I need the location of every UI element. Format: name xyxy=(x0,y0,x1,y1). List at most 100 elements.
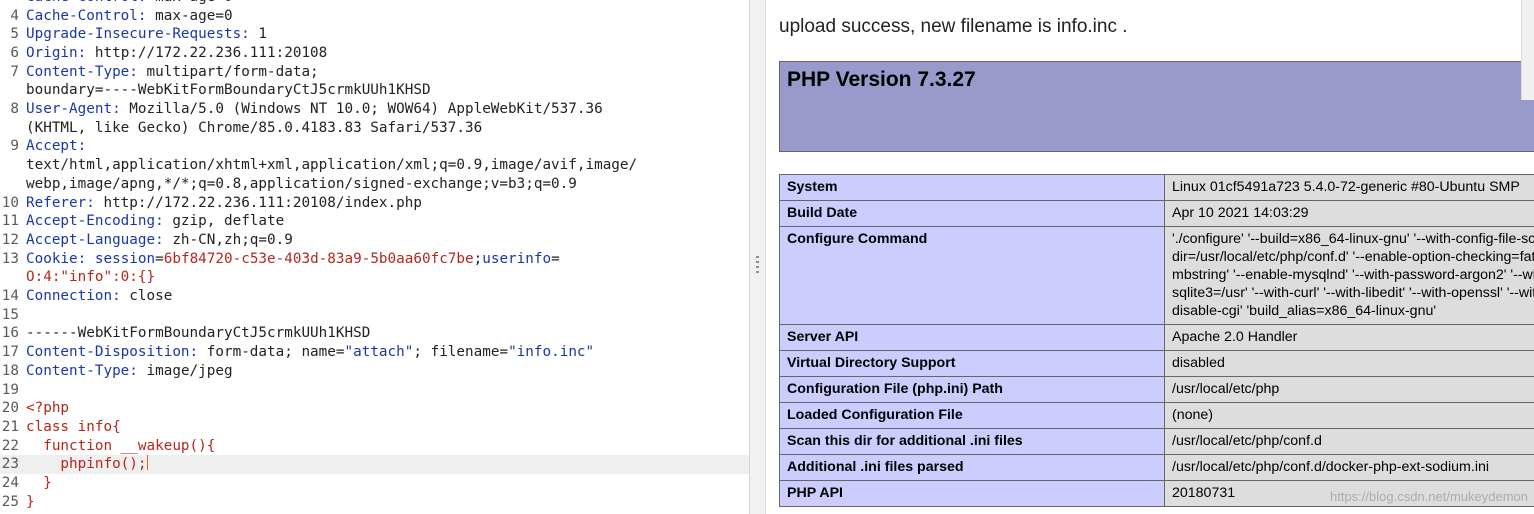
editor-line[interactable]: 8 User-Agent: Mozilla/5.0 (Windows NT 10.… xyxy=(0,100,749,119)
token: Connection: xyxy=(26,288,130,304)
token: Referer: xyxy=(26,194,104,211)
token: gzip, deflate xyxy=(172,213,285,230)
editor-line[interactable]: 7 Content-Type: multipart/form-data; xyxy=(0,63,749,82)
editor-line[interactable]: 4 Cache-Control: max-age=0 xyxy=(0,7,749,26)
phpinfo-value: Apache 2.0 Handler xyxy=(1164,324,1534,351)
editor-line[interactable]: 23 phpinfo(); xyxy=(0,455,749,474)
token: Cache-Control: xyxy=(26,7,156,24)
upload-message: upload success, new filename is info.inc… xyxy=(779,16,1128,37)
token: } xyxy=(26,475,52,491)
editor-line[interactable]: 25} xyxy=(0,493,749,512)
editor-line[interactable]: 10 Referer: http://172.22.236.111:20108/i… xyxy=(0,194,749,213)
token: session xyxy=(94,250,156,267)
line-number: 8 xyxy=(10,101,19,117)
token: (KHTML, like Gecko) Chrome/85.0.4183.83 … xyxy=(26,119,483,136)
editor-line[interactable]: 15 xyxy=(0,306,749,325)
phpinfo-value-line: mbstring' '--enable-mysqlnd' '--with-pas… xyxy=(1172,267,1534,283)
phpinfo-value: './configure' '--build=x86_64-linux-gnu'… xyxy=(1164,226,1534,325)
phpinfo-value-line: sqlite3=/usr' '--with-curl' '--with-libe… xyxy=(1172,285,1534,301)
token: Upgrade-Insecure-Requests: xyxy=(26,26,259,43)
token: zh-CN,zh;q=0.9 xyxy=(172,231,293,248)
editor-line[interactable]: webp,image/apng,*/*;q=0.8,application/si… xyxy=(0,175,749,194)
editor-line[interactable]: 5 Upgrade-Insecure-Requests: 1 xyxy=(0,25,749,44)
token: ; xyxy=(473,250,483,267)
phpinfo-value-line: disabled xyxy=(1172,355,1225,371)
phpinfo-value: /usr/local/etc/php/conf.d xyxy=(1164,428,1534,455)
line-text: Content-Type: image/jpeg xyxy=(26,362,233,381)
token: function __wakeup(){ xyxy=(26,437,216,454)
line-text: <?php xyxy=(26,399,69,418)
phpinfo-row: Configuration File (php.ini) Path/usr/lo… xyxy=(779,376,1534,403)
line-text: User-Agent: Mozilla/5.0 (Windows NT 10.0… xyxy=(26,100,603,119)
phpinfo-value-line: Apache 2.0 Handler xyxy=(1172,329,1298,345)
token: ------WebKitFormBoundaryCtJ5crmkUUh1KHSD xyxy=(26,325,371,342)
editor-line[interactable]: 6 Origin: http://172.22.236.111:20108 xyxy=(0,44,749,63)
editor-line[interactable]: 19 xyxy=(0,381,749,400)
line-number: 15 xyxy=(1,306,19,323)
watermark-text: https://blog.csdn.net/mukeydemon xyxy=(1329,489,1528,504)
token: Accept-Encoding: xyxy=(26,213,173,230)
phpinfo-key: PHP API xyxy=(779,480,1165,507)
editor-line[interactable]: boundary=----WebKitFormBoundaryCtJ5crmkU… xyxy=(0,81,749,100)
editor-line[interactable]: 12 Accept-Language: zh-CN,zh;q=0.9 xyxy=(0,231,749,250)
text-cursor xyxy=(146,455,148,471)
pane-divider[interactable] xyxy=(749,0,766,514)
line-text: ------WebKitFormBoundaryCtJ5crmkUUh1KHSD xyxy=(26,324,370,343)
editor-line[interactable]: text/html,application/xhtml+xml,applicat… xyxy=(0,156,749,175)
phpinfo-value-line: disable-cgi' 'build_alias=x86_64-linux-g… xyxy=(1172,303,1437,319)
editor-line[interactable]: 22 function __wakeup(){ xyxy=(0,437,749,456)
token: Accept: xyxy=(26,138,87,155)
editor-line[interactable]: (KHTML, like Gecko) Chrome/85.0.4183.83 … xyxy=(0,119,749,138)
phpinfo-key: Loaded Configuration File xyxy=(779,402,1165,429)
editor-line[interactable]: 20 <?php xyxy=(0,399,749,418)
line-number: 4 xyxy=(10,7,19,24)
phpinfo-key: System xyxy=(779,174,1165,201)
token: Cache-Control: xyxy=(26,0,155,5)
editor-line[interactable]: 11 Accept-Encoding: gzip, deflate xyxy=(0,212,749,231)
editor-line[interactable]: 16 ------WebKitFormBoundaryCtJ5crmkUUh1KH… xyxy=(0,324,749,343)
editor-line[interactable]: 21 class info{ xyxy=(0,418,749,437)
editor-line[interactable]: 13 Cookie: session=6bf84720-c53e-403d-83a… xyxy=(0,250,749,269)
editor-line[interactable]: 17 Content-Disposition: form-data; name="… xyxy=(0,343,749,362)
token: "attach" xyxy=(344,344,414,361)
editor-line[interactable]: 18 Content-Type: image/jpeg xyxy=(0,362,749,381)
token: "info.inc" xyxy=(508,344,595,361)
token: phpinfo(); xyxy=(26,456,147,473)
phpinfo-row: System Linux 01cf5491a723 5.4.0-72-generi… xyxy=(779,174,1534,201)
token: } xyxy=(26,493,35,510)
token: <?php xyxy=(26,400,70,417)
line-text: Cookie: session=6bf84720-c53e-403d-83a9-… xyxy=(26,250,560,269)
editor-line[interactable]: 24 } xyxy=(0,474,749,493)
line-number: 21 xyxy=(1,418,19,435)
token: text/html,application/xhtml+xml,applicat… xyxy=(26,157,638,174)
token: Accept-Language: xyxy=(26,231,173,248)
editor-line[interactable]: O:4:"info":0:{} xyxy=(0,268,749,287)
token: max-age=0 xyxy=(155,0,232,5)
line-number: 25 xyxy=(1,493,19,510)
phpinfo-row: Loaded Configuration File (none) xyxy=(779,402,1534,429)
line-number: 24 xyxy=(1,475,19,491)
editor-line[interactable]: 14 Connection: close xyxy=(0,287,749,306)
line-text: class info{ xyxy=(26,418,121,437)
line-number: 14 xyxy=(1,288,19,304)
phpinfo-row: Virtual Directory Support disabled xyxy=(779,350,1534,377)
token: http://172.22.236.111:20108 xyxy=(94,44,328,61)
line-text: webp,image/apng,*/*;q=0.8,application/si… xyxy=(26,175,577,194)
request-editor[interactable]: Cache-Control: max-age=0 4 Cache-Control: … xyxy=(0,0,749,514)
php-version-title: PHP Version 7.3.27 xyxy=(787,68,976,91)
token: max-age=0 xyxy=(155,7,233,24)
token: Content-Type: xyxy=(26,362,147,379)
phpinfo-value-line: Linux 01cf5491a723 5.4.0-72-generic #80-… xyxy=(1172,179,1520,195)
token: 6bf84720-c53e-403d-83a9-5b0aa60fc7be xyxy=(163,250,474,267)
token: O:4:"info":0:{} xyxy=(26,269,156,286)
line-text: Referer: http://172.22.236.111:20108/ind… xyxy=(26,194,422,213)
line-number: 7 xyxy=(10,63,19,80)
line-text: O:4:"info":0:{} xyxy=(26,268,155,287)
phpinfo-key: Virtual Directory Support xyxy=(779,350,1165,377)
line-number: 18 xyxy=(1,362,19,379)
editor-line[interactable]: 9 Accept: xyxy=(0,137,749,156)
token: multipart/form-data; xyxy=(146,63,319,80)
scrollbar[interactable] xyxy=(1521,0,1534,100)
drag-handle-icon[interactable] xyxy=(756,256,759,274)
line-number: 17 xyxy=(1,344,19,361)
